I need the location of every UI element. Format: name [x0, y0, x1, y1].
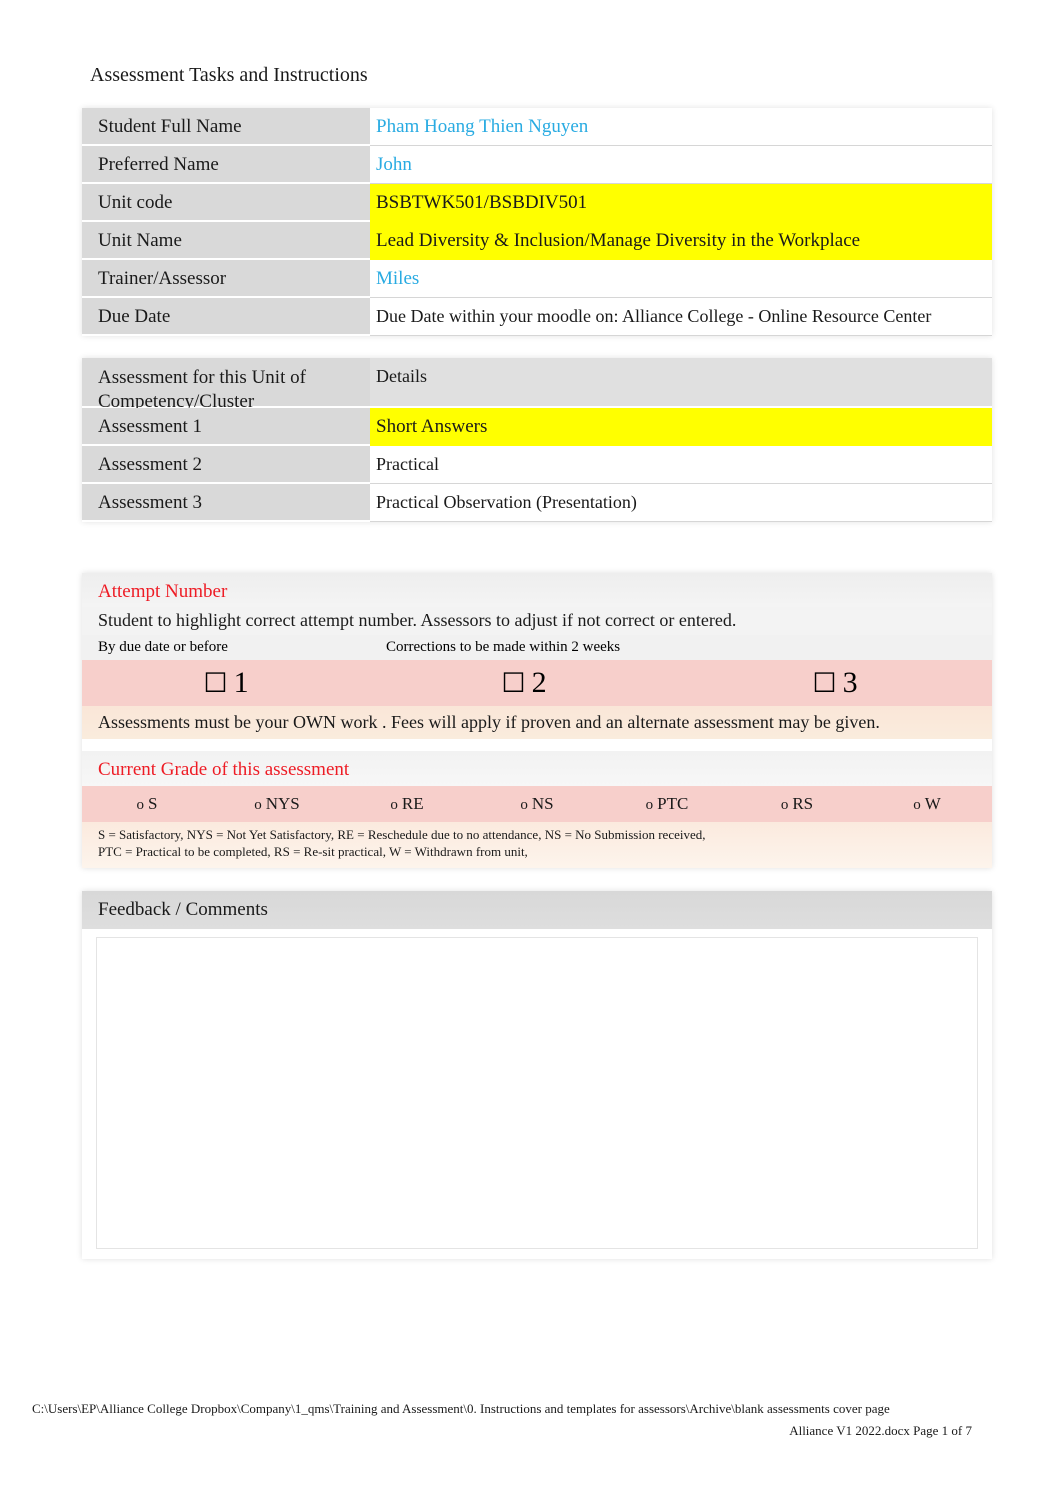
- row-label-unit-name: Unit Name: [82, 222, 370, 260]
- grade-option-s-label: S: [148, 794, 158, 813]
- feedback-heading: Feedback / Comments: [82, 891, 992, 929]
- row-label-student-full-name: Student Full Name: [82, 108, 370, 146]
- grade-option-s[interactable]: oS: [82, 794, 212, 814]
- attempt-note-corrections: Corrections to be made within 2 weeks: [386, 639, 621, 655]
- row-label-assessment-2: Assessment 2: [82, 446, 370, 484]
- radio-empty-icon[interactable]: o: [137, 797, 145, 813]
- row-label-preferred-name: Preferred Name: [82, 146, 370, 184]
- attempt-option-2[interactable]: ☐ 2: [370, 660, 678, 706]
- radio-empty-icon[interactable]: o: [913, 797, 921, 813]
- table-row: Trainer/Assessor Miles: [82, 260, 992, 298]
- row-value-trainer-assessor[interactable]: Miles: [370, 260, 992, 298]
- grade-option-w[interactable]: oW: [862, 794, 992, 814]
- row-label-assessment-3: Assessment 3: [82, 484, 370, 522]
- attempt-option-3[interactable]: ☐ 3: [678, 660, 992, 706]
- row-label-unit-code: Unit code: [82, 184, 370, 222]
- radio-empty-icon[interactable]: o: [390, 797, 398, 813]
- table-row: Assessment 3 Practical Observation (Pres…: [82, 484, 992, 522]
- table-row: Unit code BSBTWK501/BSBDIV501: [82, 184, 992, 222]
- footer-page-info: Alliance V1 2022.docx Page 1 of 7: [789, 1423, 972, 1438]
- grade-option-re-label: RE: [401, 794, 424, 813]
- table-row: Student Full Name Pham Hoang Thien Nguye…: [82, 108, 992, 146]
- attempt-instruction-text: Student to highlight correct attempt num…: [82, 607, 992, 635]
- grade-legend: S = Satisfactory, NYS = Not Yet Satisfac…: [82, 822, 992, 868]
- row-value-due-date[interactable]: Due Date within your moodle on: Alliance…: [370, 298, 992, 336]
- table-row: Assessment 2 Practical: [82, 446, 992, 484]
- grade-option-ns[interactable]: o NS: [472, 794, 602, 814]
- attempt-option-1[interactable]: ☐ 1: [82, 660, 370, 706]
- student-details-table: Student Full Name Pham Hoang Thien Nguye…: [82, 108, 992, 336]
- table-row: Unit Name Lead Diversity & Inclusion/Man…: [82, 222, 992, 260]
- grade-option-re[interactable]: o RE: [342, 794, 472, 814]
- panel-divider: [82, 739, 992, 751]
- attempt-column-notes: By due date or before Corrections to be …: [82, 635, 992, 660]
- page-footer: C:\Users\EP\Alliance College Dropbox\Com…: [32, 1398, 1030, 1442]
- assessment-list-table: Assessment for this Unit of Competency/C…: [82, 358, 992, 522]
- attempt-and-grade-panel: Attempt Number Student to highlight corr…: [82, 573, 992, 868]
- page-title: Assessment Tasks and Instructions: [90, 64, 368, 86]
- grade-option-rs[interactable]: o RS: [732, 794, 862, 814]
- checkbox-empty-icon[interactable]: ☐: [812, 666, 836, 700]
- attempt-option-2-label: 2: [531, 666, 547, 699]
- attempt-number-heading: Attempt Number: [82, 573, 992, 607]
- attempt-note-by-due-date: By due date or before: [98, 639, 228, 655]
- grade-legend-line-2: PTC = Practical to be completed, RS = Re…: [98, 844, 528, 859]
- row-label-due-date: Due Date: [82, 298, 370, 336]
- row-value-assessment-2[interactable]: Practical: [370, 446, 992, 484]
- column-header-details: Details: [370, 358, 992, 408]
- row-value-unit-code[interactable]: BSBTWK501/BSBDIV501: [370, 184, 992, 222]
- radio-empty-icon[interactable]: o: [254, 797, 262, 813]
- attempt-option-3-label: 3: [842, 666, 858, 699]
- document-page: Assessment Tasks and Instructions Studen…: [0, 0, 1062, 1504]
- radio-empty-icon[interactable]: o: [646, 797, 654, 813]
- row-value-assessment-3[interactable]: Practical Observation (Presentation): [370, 484, 992, 522]
- attempt-option-1-label: 1: [233, 666, 249, 699]
- grade-option-ns-label: NS: [531, 794, 554, 813]
- feedback-textarea[interactable]: [96, 937, 978, 1249]
- column-header-assessment-unit: Assessment for this Unit of Competency/C…: [82, 358, 370, 412]
- grade-options-row: oS o NYS o RE o NS o PTC o RS oW: [82, 786, 992, 822]
- table-row: Assessment 1 Short Answers: [82, 408, 992, 446]
- grade-legend-line-1: S = Satisfactory, NYS = Not Yet Satisfac…: [98, 827, 706, 842]
- current-grade-heading: Current Grade of this assessment: [82, 751, 992, 786]
- table-row: Preferred Name John: [82, 146, 992, 184]
- attempt-options-row: ☐ 1 ☐ 2 ☐ 3: [82, 660, 992, 706]
- grade-option-nys-label: NYS: [265, 794, 300, 813]
- checkbox-empty-icon[interactable]: ☐: [203, 666, 227, 700]
- grade-option-ptc[interactable]: o PTC: [602, 794, 732, 814]
- row-label-trainer-assessor: Trainer/Assessor: [82, 260, 370, 298]
- grade-option-nys[interactable]: o NYS: [212, 794, 342, 814]
- grade-option-ptc-label: PTC: [657, 794, 689, 813]
- radio-empty-icon[interactable]: o: [781, 797, 789, 813]
- own-work-notice: Assessments must be your OWN work . Fees…: [82, 706, 992, 739]
- row-value-student-full-name[interactable]: Pham Hoang Thien Nguyen: [370, 108, 992, 146]
- grade-option-rs-label: RS: [792, 794, 814, 813]
- attempt-note-third: [678, 635, 992, 660]
- radio-empty-icon[interactable]: o: [520, 797, 528, 813]
- row-value-unit-name[interactable]: Lead Diversity & Inclusion/Manage Divers…: [370, 222, 992, 260]
- grade-option-w-label: W: [924, 794, 941, 813]
- checkbox-empty-icon[interactable]: ☐: [501, 666, 525, 700]
- table-row: Due Date Due Date within your moodle on:…: [82, 298, 992, 336]
- feedback-panel: Feedback / Comments: [82, 891, 992, 1259]
- footer-file-path: C:\Users\EP\Alliance College Dropbox\Com…: [32, 1401, 890, 1416]
- table-header-row: Assessment for this Unit of Competency/C…: [82, 358, 992, 412]
- row-value-assessment-1[interactable]: Short Answers: [370, 408, 992, 446]
- row-label-assessment-1: Assessment 1: [82, 408, 370, 446]
- row-value-preferred-name[interactable]: John: [370, 146, 992, 184]
